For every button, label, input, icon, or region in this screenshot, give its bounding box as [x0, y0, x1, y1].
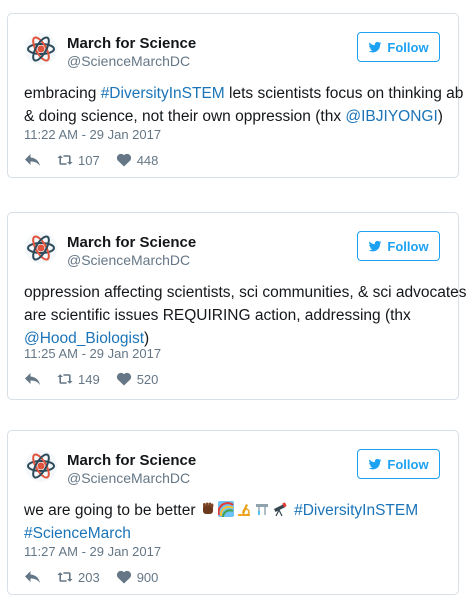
reply-icon	[25, 571, 40, 583]
tweet-text: embracing #DiversityInSTEM lets scientis…	[24, 82, 463, 128]
mention-link[interactable]: @Hood_Biologist	[24, 330, 144, 347]
tweet-timestamp[interactable]: 11:22 AM - 29 Jan 2017	[24, 127, 161, 142]
mention-link[interactable]: @IBJIYONGI	[345, 108, 437, 125]
reply-button[interactable]	[24, 153, 41, 167]
tweet-timestamp[interactable]: 11:25 AM - 29 Jan 2017	[24, 346, 161, 361]
rainbow-icon	[217, 501, 234, 517]
twitter-bird-icon	[368, 458, 382, 470]
tweet-actions: 107 448	[24, 152, 174, 168]
retweet-button[interactable]: 149	[57, 371, 100, 387]
author-handle[interactable]: @ScienceMarchDC	[67, 53, 190, 69]
hashtag-link[interactable]: #ScienceMarch	[24, 525, 131, 542]
tweet-text-segment: are scientific issues REQUIRING action, …	[24, 307, 411, 324]
author-handle[interactable]: @ScienceMarchDC	[67, 470, 190, 486]
hashtag-link[interactable]: #DiversityInSTEM	[294, 502, 418, 519]
microscope-icon	[237, 504, 250, 516]
tweet-text: we are going to be better #DiversityInST…	[24, 499, 450, 545]
heart-icon	[116, 372, 131, 386]
author-handle[interactable]: @ScienceMarchDC	[67, 252, 190, 268]
reply-button[interactable]	[24, 372, 41, 386]
author-name[interactable]: March for Science	[67, 452, 196, 469]
tweet-text-segment: )	[437, 108, 443, 125]
retweet-count: 149	[78, 371, 100, 387]
author-name[interactable]: March for Science	[67, 234, 196, 251]
atom-avatar-icon[interactable]	[24, 449, 58, 483]
follow-label: Follow	[387, 39, 429, 55]
reply-button[interactable]	[24, 570, 41, 584]
tweet-text-segment: )	[144, 330, 150, 347]
like-count: 448	[136, 152, 159, 168]
like-button[interactable]: 448	[116, 152, 159, 168]
like-button[interactable]: 900	[116, 569, 159, 585]
tweet-actions: 203 900	[24, 569, 174, 585]
tweet-text-segment: embracing	[24, 85, 101, 102]
author-name[interactable]: March for Science	[67, 35, 196, 52]
retweet-button[interactable]: 203	[57, 569, 100, 585]
like-button[interactable]: 520	[116, 371, 159, 387]
follow-label: Follow	[387, 456, 429, 472]
like-count: 900	[136, 569, 159, 585]
retweet-icon	[57, 572, 73, 582]
tweet-actions: 149 520	[24, 371, 174, 387]
tweet-card: March for Science @ScienceMarchDC Follow…	[7, 13, 463, 178]
reply-icon	[25, 154, 40, 166]
tweet-text-segment: lets scientists focus on thinking ab	[224, 85, 464, 102]
test-tube-icon	[255, 504, 268, 515]
atom-avatar-icon[interactable]	[24, 32, 58, 66]
retweet-icon	[57, 374, 73, 384]
telescope-icon	[273, 502, 287, 517]
follow-button[interactable]: Follow	[357, 231, 440, 261]
retweet-count: 203	[78, 569, 100, 585]
follow-button[interactable]: Follow	[357, 449, 440, 479]
tweet-text-segment: & doing science, not their own oppressio…	[24, 108, 346, 125]
retweet-icon	[57, 155, 73, 165]
hashtag-link[interactable]: #DiversityInSTEM	[101, 85, 225, 102]
like-count: 520	[136, 371, 159, 387]
raised-fist-dark-icon	[202, 502, 214, 514]
follow-label: Follow	[387, 238, 429, 254]
reply-icon	[25, 373, 40, 385]
tweet-card: March for Science @ScienceMarchDC Follow…	[7, 212, 467, 400]
atom-avatar-icon[interactable]	[24, 231, 58, 265]
twitter-bird-icon	[368, 240, 382, 252]
tweet-card: March for Science @ScienceMarchDC Follow…	[7, 430, 459, 595]
retweet-button[interactable]: 107	[57, 152, 100, 168]
tweet-text: oppression affecting scientists, sci com…	[24, 281, 467, 350]
tweet-text-segment: oppression affecting scientists, sci com…	[24, 284, 467, 301]
twitter-bird-icon	[368, 41, 382, 53]
tweet-timestamp[interactable]: 11:27 AM - 29 Jan 2017	[24, 544, 161, 559]
retweet-count: 107	[78, 152, 100, 168]
tweet-text-segment: we are going to be better	[24, 502, 200, 519]
heart-icon	[116, 153, 131, 167]
follow-button[interactable]: Follow	[357, 32, 440, 62]
heart-icon	[116, 570, 131, 584]
